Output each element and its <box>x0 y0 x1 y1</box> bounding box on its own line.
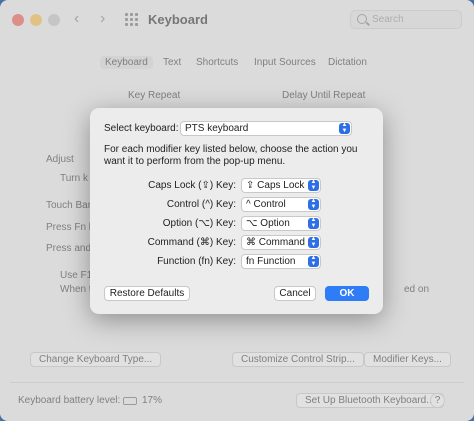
cancel-button[interactable]: Cancel <box>274 286 316 301</box>
instructions-text: For each modifier key listed below, choo… <box>104 144 358 167</box>
control-key-popup[interactable]: ^ Control ▲ ▼ <box>241 197 321 212</box>
caps-lock-key-value: ⇪ Caps Lock <box>246 180 305 191</box>
popup-arrows-icon: ▲ ▼ <box>308 179 319 191</box>
popup-arrows-icon: ▲ ▼ <box>308 236 319 248</box>
function-key-value: fn Function <box>246 256 296 267</box>
restore-defaults-button[interactable]: Restore Defaults <box>104 286 190 301</box>
keyboard-preferences-window: ‹ › Keyboard Search Keyboard Text Shortc… <box>0 0 474 421</box>
caps-lock-key-popup[interactable]: ⇪ Caps Lock ▲ ▼ <box>241 178 321 193</box>
select-keyboard-label: Select keyboard: <box>104 123 179 134</box>
popup-arrows-icon: ▲ ▼ <box>308 217 319 229</box>
modifier-keys-dialog: Select keyboard: PTS keyboard ▲ ▼ For eac… <box>90 108 383 314</box>
ok-button[interactable]: OK <box>325 286 369 301</box>
control-key-value: ^ Control <box>246 199 286 210</box>
function-key-popup[interactable]: fn Function ▲ ▼ <box>241 254 321 269</box>
caps-lock-key-label: Caps Lock (⇪) Key: <box>148 180 236 191</box>
command-key-popup[interactable]: ⌘ Command ▲ ▼ <box>241 235 321 250</box>
control-key-label: Control (^) Key: <box>166 199 236 210</box>
option-key-value: ⌥ Option <box>246 218 290 229</box>
popup-arrows-icon: ▲ ▼ <box>308 255 319 267</box>
option-key-label: Option (⌥) Key: <box>162 218 236 229</box>
command-key-label: Command (⌘) Key: <box>147 237 236 248</box>
select-keyboard-popup[interactable]: PTS keyboard ▲ ▼ <box>180 121 352 136</box>
function-key-label: Function (fn) Key: <box>157 256 236 267</box>
popup-arrows-icon: ▲ ▼ <box>308 198 319 210</box>
command-key-value: ⌘ Command <box>246 237 305 248</box>
selected-keyboard-value: PTS keyboard <box>185 123 249 134</box>
option-key-popup[interactable]: ⌥ Option ▲ ▼ <box>241 216 321 231</box>
popup-arrows-icon: ▲ ▼ <box>339 122 350 134</box>
